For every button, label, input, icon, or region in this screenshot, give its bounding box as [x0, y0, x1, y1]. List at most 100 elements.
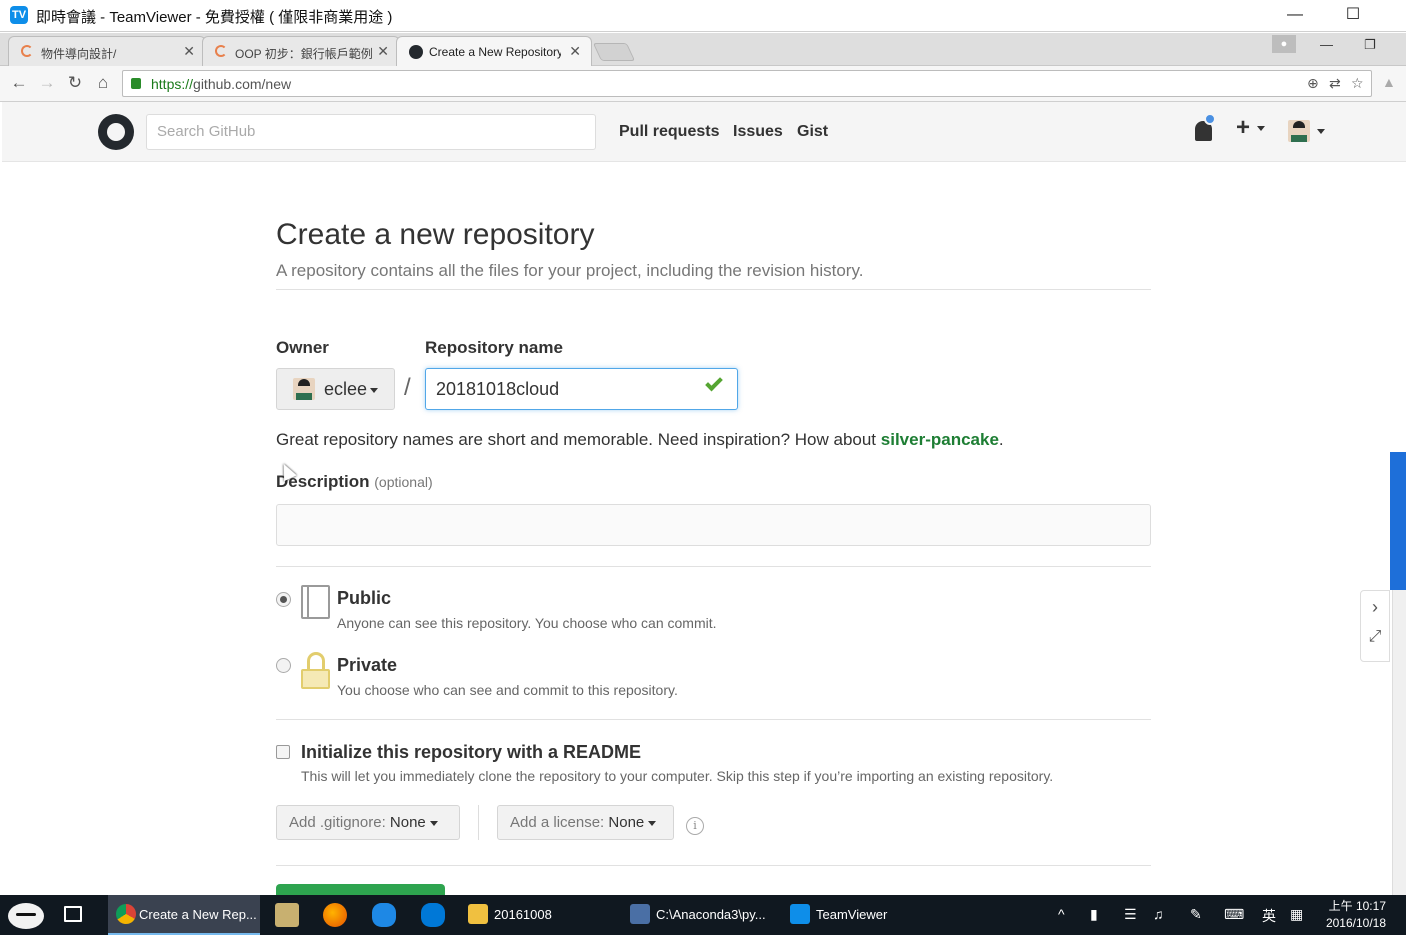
chrome-icon [116, 904, 136, 924]
ime-mode-icon[interactable]: ▦ [1290, 906, 1303, 923]
taskbar-anaconda[interactable]: C:\Anaconda3\py... [622, 895, 772, 935]
zoom-icon[interactable]: ⊕ [1307, 75, 1319, 92]
search-input[interactable]: Search GitHub [146, 114, 596, 150]
taskbar-label: TeamViewer [816, 907, 888, 922]
address-bar[interactable]: https://github.com/new ⊕ ⇄ ☆ [122, 70, 1372, 97]
wifi-icon[interactable]: ☰ [1124, 906, 1137, 923]
readme-checkbox[interactable] [276, 745, 290, 759]
avatar[interactable] [1288, 120, 1310, 142]
repository-name-input[interactable]: 20181018cloud [425, 368, 738, 410]
battery-icon[interactable]: ▮ [1090, 906, 1098, 923]
loading-spinner-icon [21, 45, 33, 57]
divider [276, 719, 1151, 720]
url-text: https://github.com/new [151, 76, 291, 92]
chevron-down-icon[interactable] [1317, 129, 1325, 134]
url-host: github.com [193, 76, 262, 92]
tray-overflow-chevron-icon[interactable]: ^ [1058, 906, 1065, 922]
taskbar-folder[interactable]: 20161008 [460, 895, 610, 935]
url-path: /new [261, 76, 292, 92]
new-tab-button[interactable] [592, 43, 636, 61]
teamviewer-icon [790, 904, 810, 924]
public-radio[interactable] [276, 592, 291, 607]
github-octocat-icon[interactable] [98, 114, 134, 150]
tab-label: OOP 初步：銀行帳戶範例 [235, 47, 373, 61]
info-icon[interactable]: i [686, 817, 704, 835]
tab-close-icon[interactable]: ✕ [569, 43, 581, 60]
baymax-start-icon [8, 903, 44, 929]
extension-drive-icon[interactable]: ▲ [1382, 74, 1396, 90]
bookmark-star-icon[interactable]: ☆ [1351, 75, 1364, 92]
tab-label: 物件導向設計/ [41, 47, 117, 61]
chrome-minimize-icon[interactable]: — [1320, 37, 1333, 52]
page-title: Create a new repository [276, 218, 595, 251]
reload-button[interactable]: ↻ [64, 72, 86, 94]
internet-explorer-icon[interactable] [372, 903, 396, 927]
url-scheme: https:// [151, 76, 194, 92]
gitignore-value: None [389, 814, 426, 831]
description-label: Description (optional) [276, 472, 433, 492]
expand-arrow-icon[interactable]: › [1361, 597, 1389, 618]
teamviewer-side-panel[interactable] [1390, 452, 1406, 590]
profile-icon[interactable]: ● [1272, 35, 1296, 53]
github-header: Search GitHub Pull requests Issues Gist … [2, 102, 1406, 162]
back-button[interactable]: ← [8, 72, 30, 94]
teamviewer-side-strip[interactable] [1392, 590, 1406, 895]
lock-body [301, 669, 330, 689]
tab-close-icon[interactable]: ✕ [183, 43, 195, 60]
public-title: Public [337, 588, 392, 608]
start-button[interactable] [4, 897, 46, 933]
taskbar-chrome[interactable]: Create a New Rep... [108, 895, 260, 935]
public-description: Anyone can see this repository. You choo… [337, 615, 717, 631]
file-explorer-icon[interactable] [275, 903, 299, 927]
ime-indicator[interactable]: 英 [1262, 906, 1276, 926]
license-value: None [608, 814, 645, 831]
gitignore-select[interactable]: Add .gitignore: None [276, 805, 460, 840]
tab-oop-design[interactable]: 物件導向設計/ ✕ [8, 36, 206, 66]
license-select[interactable]: Add a license: None [497, 805, 674, 840]
hint-suffix: . [998, 430, 1004, 449]
chrome-restore-icon[interactable]: ❐ [1364, 37, 1376, 53]
divider [276, 865, 1151, 866]
firefox-icon[interactable] [323, 903, 347, 927]
loading-spinner-icon [215, 45, 227, 57]
python-console-icon [630, 904, 650, 924]
keyboard-icon[interactable]: ⌨ [1224, 906, 1244, 923]
tab-close-icon[interactable]: ✕ [377, 43, 389, 60]
create-new-menu[interactable]: + [1236, 114, 1265, 142]
tab-create-repository[interactable]: Create a New Repository ✕ [396, 36, 592, 67]
taskbar-label: Create a New Rep... [139, 907, 257, 922]
nav-gist[interactable]: Gist [797, 123, 828, 141]
maximize-button[interactable]: ☐ [1330, 2, 1376, 28]
windows-taskbar: Create a New Rep... 20161008 C:\Anaconda… [0, 895, 1406, 935]
nav-issues[interactable]: Issues [733, 123, 783, 141]
fullscreen-icon[interactable]: ⤢ [1361, 628, 1389, 646]
owner-label: Owner [276, 338, 329, 357]
translate-icon[interactable]: ⇄ [1329, 75, 1341, 92]
minimize-button[interactable]: — [1272, 2, 1318, 28]
volume-icon[interactable]: ♫ [1153, 906, 1164, 922]
teamviewer-logo-icon: TV [10, 6, 28, 24]
optional-tag: (optional) [374, 474, 433, 490]
clock-time: 上午 10:17 [1328, 899, 1386, 913]
window-title: 即時會議 - TeamViewer - 免費授權 ( 僅限非商業用途 ) [36, 9, 393, 26]
divider [478, 805, 479, 840]
system-clock[interactable]: 上午 10:17 2016/10/18 [1316, 898, 1386, 932]
name-suggestion-link[interactable]: silver-pancake [881, 430, 999, 449]
secure-lock-icon [131, 78, 141, 89]
description-input[interactable] [276, 504, 1151, 546]
chevron-down-icon [1256, 126, 1265, 132]
nav-pull-requests[interactable]: Pull requests [619, 123, 719, 141]
repo-book-icon [301, 585, 330, 619]
edge-icon[interactable] [421, 903, 445, 927]
teamviewer-titlebar: TV 即時會議 - TeamViewer - 免費授權 ( 僅限非商業用途 ) … [0, 0, 1406, 32]
avatar [293, 378, 315, 400]
pen-icon[interactable]: ✎ [1190, 906, 1202, 923]
tab-oop-bank[interactable]: OOP 初步：銀行帳戶範例 ✕ [202, 36, 400, 66]
forward-button[interactable]: → [36, 72, 58, 94]
task-view-icon[interactable] [64, 906, 82, 922]
taskbar-teamviewer[interactable]: TeamViewer [782, 895, 912, 935]
private-radio[interactable] [276, 658, 291, 673]
private-title: Private [337, 655, 398, 675]
home-button[interactable]: ⌂ [92, 72, 114, 94]
owner-select[interactable]: eclee [276, 368, 395, 410]
